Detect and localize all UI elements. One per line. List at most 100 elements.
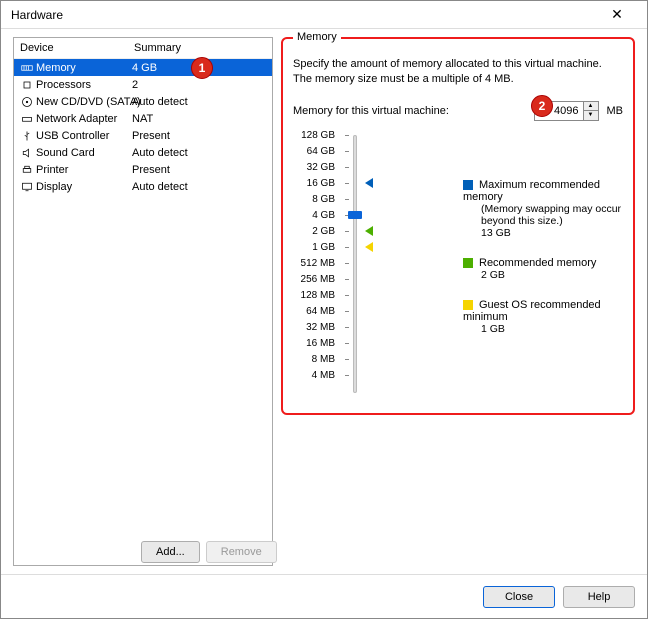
tick-label: 16 MB <box>293 338 335 349</box>
legend-min: Guest OS recommended minimum 1 GB <box>463 299 623 335</box>
tick-label: 8 GB <box>293 194 335 205</box>
tick <box>345 247 349 248</box>
tick-label: 8 MB <box>293 354 335 365</box>
tick-label: 4 GB <box>293 210 335 221</box>
title-bar: Hardware ✕ <box>1 1 647 29</box>
tick-label: 4 MB <box>293 370 335 381</box>
spin-up-icon[interactable]: ▲ <box>584 102 598 111</box>
device-row-usb[interactable]: USB ControllerPresent <box>14 127 272 144</box>
sound-icon <box>20 146 34 160</box>
device-name: Printer <box>36 164 132 176</box>
device-name: Network Adapter <box>36 113 132 125</box>
marker-blue-icon <box>365 178 373 188</box>
tick <box>345 311 349 312</box>
tick-label: 64 MB <box>293 306 335 317</box>
cpu-icon <box>20 78 34 92</box>
tick <box>345 327 349 328</box>
col-summary[interactable]: Summary <box>134 42 266 54</box>
device-summary: Present <box>132 130 268 142</box>
usb-icon <box>20 129 34 143</box>
device-summary: 2 <box>132 79 268 91</box>
device-row-sound[interactable]: Sound CardAuto detect <box>14 144 272 161</box>
device-row-printer[interactable]: PrinterPresent <box>14 161 272 178</box>
slider-legend: Maximum recommended memory (Memory swapp… <box>463 179 623 353</box>
tick <box>345 183 349 184</box>
memory-icon <box>20 61 34 75</box>
memory-unit: MB <box>607 105 624 117</box>
slider-track[interactable] <box>353 135 357 393</box>
tick <box>345 135 349 136</box>
device-summary: Auto detect <box>132 181 268 193</box>
tick <box>345 151 349 152</box>
tick-label: 128 MB <box>293 290 335 301</box>
device-row-cpu[interactable]: Processors2 <box>14 76 272 93</box>
legend-rec: Recommended memory 2 GB <box>463 257 623 281</box>
list-header: Device Summary <box>14 38 272 59</box>
device-summary: Present <box>132 164 268 176</box>
add-button[interactable]: Add... <box>141 541 200 563</box>
help-button[interactable]: Help <box>563 586 635 608</box>
device-buttons: Add... Remove <box>141 541 277 563</box>
swatch-green-icon <box>463 258 473 268</box>
memory-group: Memory Specify the amount of memory allo… <box>281 37 635 415</box>
display-icon <box>20 180 34 194</box>
printer-icon <box>20 163 34 177</box>
device-name: Processors <box>36 79 132 91</box>
tick-label: 32 MB <box>293 322 335 333</box>
memory-slider[interactable]: Maximum recommended memory (Memory swapp… <box>293 135 623 395</box>
tick <box>345 199 349 200</box>
tick-label: 512 MB <box>293 258 335 269</box>
window-title: Hardware <box>11 8 597 22</box>
remove-button[interactable]: Remove <box>206 541 277 563</box>
device-summary: Auto detect <box>132 147 268 159</box>
device-row-display[interactable]: DisplayAuto detect <box>14 178 272 195</box>
net-icon <box>20 112 34 126</box>
tick <box>345 295 349 296</box>
memory-group-title: Memory <box>293 31 341 43</box>
tick-label: 128 GB <box>293 130 335 141</box>
close-icon[interactable]: ✕ <box>597 6 637 23</box>
col-device[interactable]: Device <box>20 42 134 54</box>
device-name: Sound Card <box>36 147 132 159</box>
device-name: Memory <box>36 62 132 74</box>
device-row-net[interactable]: Network AdapterNAT <box>14 110 272 127</box>
settings-panel: Memory Specify the amount of memory allo… <box>281 37 635 566</box>
slider-thumb[interactable] <box>348 211 362 219</box>
disc-icon <box>20 95 34 109</box>
tick <box>345 231 349 232</box>
device-name: USB Controller <box>36 130 132 142</box>
device-name: Display <box>36 181 132 193</box>
tick-label: 2 GB <box>293 226 335 237</box>
device-name: New CD/DVD (SATA) <box>36 96 132 108</box>
device-summary: NAT <box>132 113 268 125</box>
close-button[interactable]: Close <box>483 586 555 608</box>
tick-label: 256 MB <box>293 274 335 285</box>
swatch-blue-icon <box>463 180 473 190</box>
legend-max: Maximum recommended memory (Memory swapp… <box>463 179 623 239</box>
memory-description: Specify the amount of memory allocated t… <box>293 57 623 87</box>
device-list[interactable]: Memory4 GBProcessors2New CD/DVD (SATA)Au… <box>14 59 272 565</box>
tick <box>345 279 349 280</box>
device-row-memory[interactable]: Memory4 GB <box>14 59 272 76</box>
tick <box>345 263 349 264</box>
tick <box>345 359 349 360</box>
spin-down-icon[interactable]: ▼ <box>584 111 598 120</box>
tick-label: 1 GB <box>293 242 335 253</box>
device-summary: Auto detect <box>132 96 268 108</box>
tick <box>345 375 349 376</box>
memory-input-row: Memory for this virtual machine: ▲ ▼ MB <box>293 101 623 121</box>
tick-label: 32 GB <box>293 162 335 173</box>
tick <box>345 343 349 344</box>
memory-input-label: Memory for this virtual machine: <box>293 105 449 117</box>
device-list-panel: Device Summary Memory4 GBProcessors2New … <box>13 37 273 566</box>
annotation-badge-2: 2 <box>531 95 553 117</box>
device-row-disc[interactable]: New CD/DVD (SATA)Auto detect <box>14 93 272 110</box>
marker-green-icon <box>365 226 373 236</box>
annotation-badge-1: 1 <box>191 57 213 79</box>
marker-yellow-icon <box>365 242 373 252</box>
tick-label: 64 GB <box>293 146 335 157</box>
spinner-buttons[interactable]: ▲ ▼ <box>583 102 598 120</box>
swatch-yellow-icon <box>463 300 473 310</box>
dialog-buttons: Close Help <box>1 574 647 618</box>
tick-label: 16 GB <box>293 178 335 189</box>
